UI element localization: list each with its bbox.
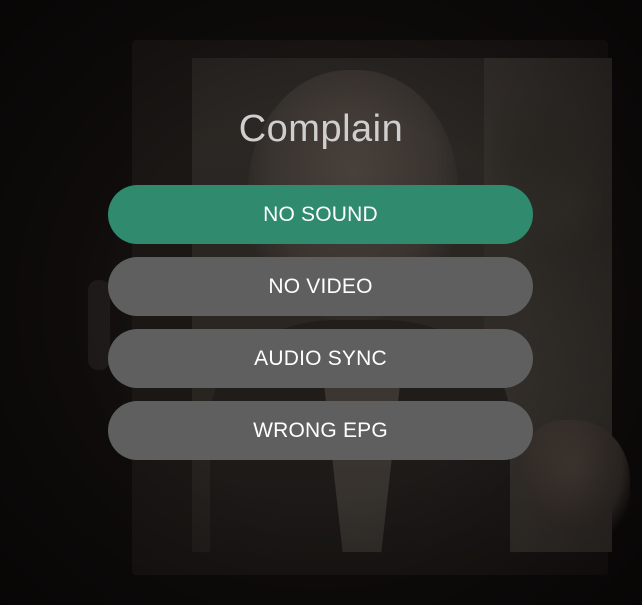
no-sound-button[interactable]: NO SOUND: [108, 185, 533, 244]
door-handle: [88, 280, 110, 370]
person-hand: [520, 420, 630, 540]
wrong-epg-button[interactable]: WRONG EPG: [108, 401, 533, 460]
audio-sync-button[interactable]: AUDIO SYNC: [108, 329, 533, 388]
complain-options-list: NO SOUND NO VIDEO AUDIO SYNC WRONG EPG: [108, 185, 533, 473]
dialog-title: Complain: [238, 108, 404, 150]
tv-screen: Complain NO SOUND NO VIDEO AUDIO SYNC WR…: [0, 0, 642, 605]
no-video-button[interactable]: NO VIDEO: [108, 257, 533, 316]
